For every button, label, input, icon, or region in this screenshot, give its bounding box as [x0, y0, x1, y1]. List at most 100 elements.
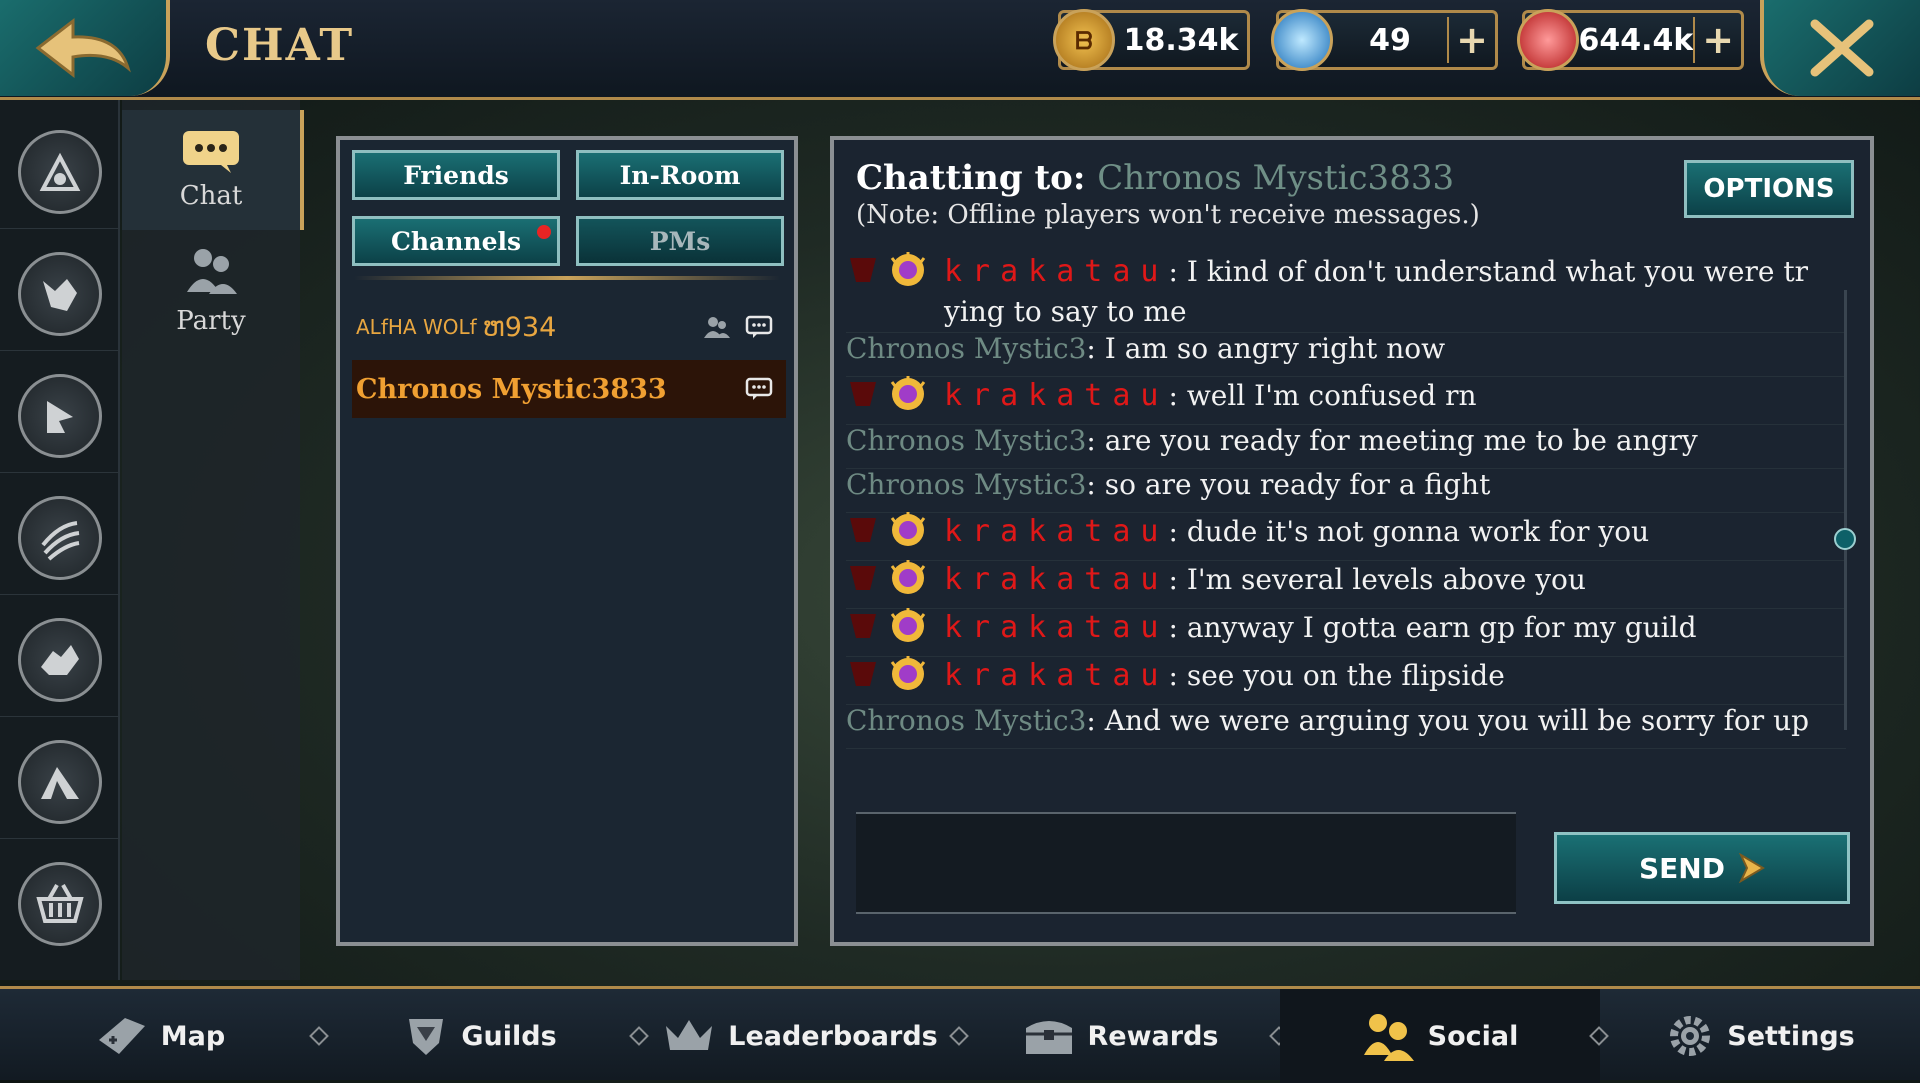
rail-wolf-button[interactable]	[18, 252, 102, 336]
rank-badge-icon	[846, 252, 936, 295]
nav-map-label: Map	[160, 1020, 226, 1052]
map-icon	[98, 1018, 145, 1054]
nav-guilds-label: Guilds	[461, 1020, 557, 1052]
message-sender[interactable]: Chronos Mystic3	[846, 704, 1086, 737]
message-icon[interactable]	[744, 376, 774, 402]
rank-badge-icon	[846, 376, 936, 419]
nav-settings[interactable]: Settings	[1600, 989, 1920, 1083]
chest-icon	[1025, 1021, 1072, 1054]
message-sender[interactable]: Chronos Mystic3	[846, 332, 1086, 365]
message-input[interactable]	[856, 812, 1516, 914]
sub-nav: Chat Party	[122, 100, 304, 980]
chat-message: Chronos Mystic3: And we were arguing you…	[846, 700, 1846, 749]
chatting-to-label: Chatting to:	[856, 158, 1086, 198]
basket-icon	[36, 884, 84, 923]
chat-message: krakatau: dude it's not gonna work for y…	[846, 508, 1846, 561]
bottom-nav: Map Guilds Leaderboards Rewards Social S…	[0, 986, 1920, 1083]
gp-value: 18.34k	[1123, 22, 1239, 58]
blue-gem-icon	[1271, 9, 1333, 71]
message-text: : I kind of don't understand what you we…	[1168, 255, 1808, 288]
chat-tab[interactable]: Chat	[122, 110, 304, 230]
tab-friends[interactable]: Friends	[352, 150, 560, 200]
message-sender[interactable]: krakatau	[944, 610, 1169, 645]
message-text: : so are you ready for a fight	[1086, 468, 1491, 501]
message-text: : I'm several levels above you	[1168, 563, 1586, 596]
tab-pms[interactable]: PMs	[576, 216, 784, 266]
claw-marks-icon	[41, 521, 80, 561]
nav-rewards-label: Rewards	[1087, 1020, 1219, 1052]
wolf-head-icon	[43, 279, 77, 311]
tab-in-room[interactable]: In-Room	[576, 150, 784, 200]
gold-coin-icon: ᗷ	[1053, 9, 1115, 71]
options-button[interactable]: OPTIONS	[1684, 160, 1854, 218]
gp-currency: ᗷ 18.34k	[1053, 9, 1250, 71]
close-icon	[1810, 19, 1874, 77]
message-text: : anyway I gotta earn gp for my guild	[1168, 611, 1697, 644]
send-button[interactable]: SEND	[1554, 832, 1850, 904]
nav-social[interactable]: Social	[1280, 989, 1600, 1083]
chat-message: krakatau: I kind of don't understand wha…	[846, 248, 1846, 333]
rank-badge-icon	[846, 608, 936, 651]
back-arrow-icon	[35, 17, 131, 79]
add-gems-button[interactable]: +	[1447, 17, 1495, 63]
contact-row-selected[interactable]: Chronos Mystic3833	[352, 360, 786, 418]
contact-row[interactable]: ALfHA WOLf ຫ934	[352, 298, 786, 356]
tab-channels[interactable]: Channels	[352, 216, 560, 266]
party-tab[interactable]: Party	[122, 230, 300, 350]
scrollbar-thumb[interactable]	[1834, 528, 1856, 550]
party-tab-label: Party	[176, 306, 246, 336]
contact-name-suffix: ຫ934	[482, 311, 557, 343]
message-sender[interactable]: Chronos Mystic3	[846, 424, 1086, 457]
tab-channels-label: Channels	[390, 226, 522, 256]
chat-message: Chronos Mystic3: are you ready for meeti…	[846, 420, 1846, 469]
add-party-icon[interactable]	[702, 314, 732, 340]
rubies-currency: 644.4k +	[1517, 9, 1744, 71]
scrollbar-track[interactable]	[1844, 290, 1847, 730]
chat-tab-label: Chat	[179, 181, 243, 211]
top-bar: CHAT ᗷ 18.34k 49 + 644.4k +	[0, 0, 1920, 100]
social-icon	[1363, 1014, 1414, 1061]
nav-leaderboards[interactable]: Leaderboards	[640, 989, 960, 1083]
message-list[interactable]: krakatau: I kind of don't understand wha…	[846, 248, 1858, 756]
message-sender[interactable]: Chronos Mystic3	[846, 468, 1086, 501]
page-title: CHAT	[205, 20, 355, 71]
message-icon[interactable]	[744, 314, 774, 340]
nav-social-label: Social	[1427, 1020, 1519, 1052]
message-sender[interactable]: krakatau	[944, 378, 1169, 413]
chat-message: Chronos Mystic3: I am so angry right now	[846, 328, 1846, 377]
rail-shop-button[interactable]	[18, 862, 102, 946]
message-text: : well I'm confused rn	[1168, 379, 1477, 412]
message-text: : dude it's not gonna work for you	[1168, 515, 1650, 548]
nav-settings-label: Settings	[1727, 1020, 1855, 1052]
add-rubies-button[interactable]: +	[1693, 17, 1741, 63]
message-sender[interactable]: krakatau	[944, 562, 1169, 597]
left-rail	[0, 100, 120, 980]
rubies-value: 644.4k	[1578, 22, 1694, 58]
message-sender[interactable]: krakatau	[944, 514, 1169, 549]
nav-guilds[interactable]: Guilds	[320, 989, 640, 1083]
chat-panel: Chatting to: Chronos Mystic3833 (Note: O…	[830, 136, 1874, 946]
rail-howl-button[interactable]	[18, 374, 102, 458]
list-divider	[354, 276, 780, 280]
close-button[interactable]	[1760, 0, 1920, 96]
rail-explore-button[interactable]	[18, 740, 102, 824]
gems-value: 49	[1369, 22, 1411, 58]
rail-pack-button[interactable]	[18, 618, 102, 702]
nav-rewards[interactable]: Rewards	[960, 989, 1280, 1083]
back-button[interactable]	[0, 0, 170, 96]
wolf-pack-icon	[41, 645, 79, 675]
notification-dot	[537, 225, 551, 239]
message-sender[interactable]: krakatau	[944, 254, 1169, 289]
red-ruby-icon	[1517, 9, 1579, 71]
guild-shield-icon	[409, 1019, 444, 1055]
chat-message: krakatau: see you on the flipside	[846, 652, 1846, 705]
contact-name: ALfHA WOLf	[356, 315, 477, 339]
message-text: : are you ready for meeting me to be ang…	[1086, 424, 1698, 457]
gems-currency: 49 +	[1271, 9, 1498, 71]
nav-map[interactable]: Map	[0, 989, 320, 1083]
rail-claws-button[interactable]	[18, 496, 102, 580]
message-text: : see you on the flipside	[1168, 659, 1505, 692]
rail-den-button[interactable]	[18, 130, 102, 214]
chat-message: Chronos Mystic3: so are you ready for a …	[846, 464, 1846, 513]
message-sender[interactable]: krakatau	[944, 658, 1169, 693]
